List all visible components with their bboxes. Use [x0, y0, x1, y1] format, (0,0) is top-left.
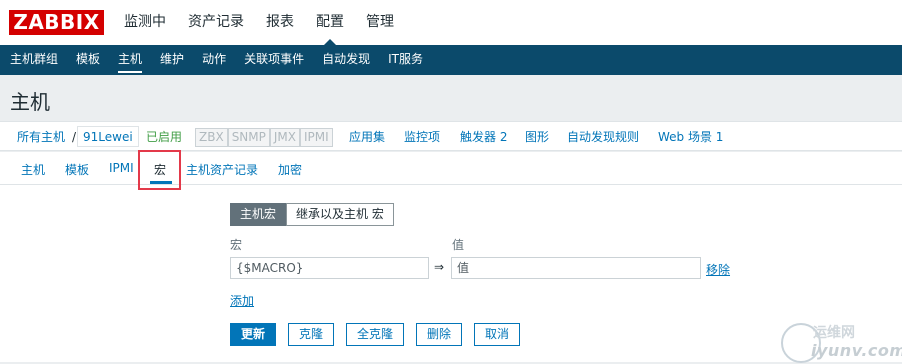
host-name-link[interactable]: 91Lewei — [77, 126, 139, 147]
tab-ipmi[interactable]: IPMI — [109, 161, 134, 175]
snmp-badge: SNMP — [227, 128, 270, 147]
triggers-link[interactable]: 触发器 2 — [460, 128, 507, 146]
sub-menu-hosts[interactable]: 主机 — [110, 45, 150, 75]
full-clone-button[interactable]: 全克隆 — [346, 323, 405, 346]
tab-host[interactable]: 主机 — [21, 161, 45, 178]
top-menu-monitoring[interactable]: 监测中 — [116, 0, 174, 45]
host-tabs: 主机 模板 IPMI 宏 主机资产记录 加密 — [0, 150, 902, 190]
value-column-label: 值 — [452, 238, 465, 252]
graphs-link[interactable]: 图形 — [525, 128, 549, 146]
highlight-box — [138, 150, 181, 190]
arrow-icon: ⇒ — [434, 260, 445, 274]
macro-scope-toggle: 主机宏 继承以及主机 宏 — [230, 203, 394, 226]
sub-menu-discovery[interactable]: 自动发现 — [314, 45, 378, 75]
add-macro-link[interactable]: 添加 — [230, 292, 254, 309]
host-navigation: 所有主机 / 91Lewei 已启用 ZBX SNMP JMX IPMI 应用集… — [0, 121, 902, 151]
sub-menu-actions[interactable]: 动作 — [194, 45, 234, 75]
clone-button[interactable]: 克隆 — [288, 323, 335, 346]
inherited-macros-button[interactable]: 继承以及主机 宏 — [286, 203, 394, 226]
applications-link[interactable]: 应用集 — [349, 128, 385, 146]
all-hosts-link[interactable]: 所有主机 — [17, 128, 65, 146]
host-status-enabled[interactable]: 已启用 — [146, 128, 182, 146]
sub-menu-it-services[interactable]: IT服务 — [380, 45, 431, 75]
tab-inventory[interactable]: 主机资产记录 — [186, 161, 258, 178]
host-macros-button[interactable]: 主机宏 — [230, 203, 287, 226]
jmx-badge: JMX — [269, 128, 300, 147]
breadcrumb-separator: / — [72, 130, 77, 144]
update-button[interactable]: 更新 — [230, 323, 277, 346]
page-title: 主机 — [10, 90, 50, 114]
remove-macro-link[interactable]: 移除 — [706, 261, 730, 278]
discovery-rules-link[interactable]: 自动发现规则 — [567, 128, 639, 146]
macro-column-label: 宏 — [230, 238, 243, 252]
macro-input[interactable] — [230, 257, 429, 279]
cancel-button[interactable]: 取消 — [474, 323, 521, 346]
items-link[interactable]: 监控项 — [404, 128, 440, 146]
sub-menu-correlation[interactable]: 关联项事件 — [236, 45, 312, 75]
watermark-line2: iyunv.com — [811, 341, 902, 360]
top-menu-reports[interactable]: 报表 — [258, 0, 302, 45]
watermark-line1: 运维网 — [813, 325, 855, 341]
sub-menu-host-groups[interactable]: 主机群组 — [2, 45, 66, 75]
tab-encryption[interactable]: 加密 — [278, 161, 302, 178]
delete-button[interactable]: 删除 — [416, 323, 463, 346]
zabbix-logo[interactable]: ZABBIX — [9, 10, 104, 35]
sub-menu-templates[interactable]: 模板 — [68, 45, 108, 75]
sub-menu: 主机群组 模板 主机 维护 动作 关联项事件 自动发现 IT服务 — [0, 45, 902, 75]
tab-templates[interactable]: 模板 — [65, 161, 89, 178]
top-bar: ZABBIX 监测中 资产记录 报表 配置 管理 — [0, 0, 902, 45]
value-input[interactable] — [451, 257, 701, 279]
top-menu-inventory[interactable]: 资产记录 — [180, 0, 252, 45]
zbx-badge: ZBX — [195, 128, 228, 147]
sub-menu-maintenance[interactable]: 维护 — [152, 45, 192, 75]
availability-badges: ZBX SNMP JMX IPMI — [195, 128, 333, 147]
top-menu: 监测中 资产记录 报表 配置 管理 — [116, 0, 408, 45]
watermark: 运维网 iyunv.com — [781, 321, 902, 364]
top-menu-configuration[interactable]: 配置 — [308, 0, 352, 45]
ipmi-badge: IPMI — [300, 128, 333, 147]
host-form-panel: 主机 模板 IPMI 宏 主机资产记录 加密 主机宏 继承以及主机 宏 宏 值 … — [0, 150, 902, 362]
top-menu-administration[interactable]: 管理 — [358, 0, 402, 45]
web-scenarios-link[interactable]: Web 场景 1 — [658, 128, 723, 146]
